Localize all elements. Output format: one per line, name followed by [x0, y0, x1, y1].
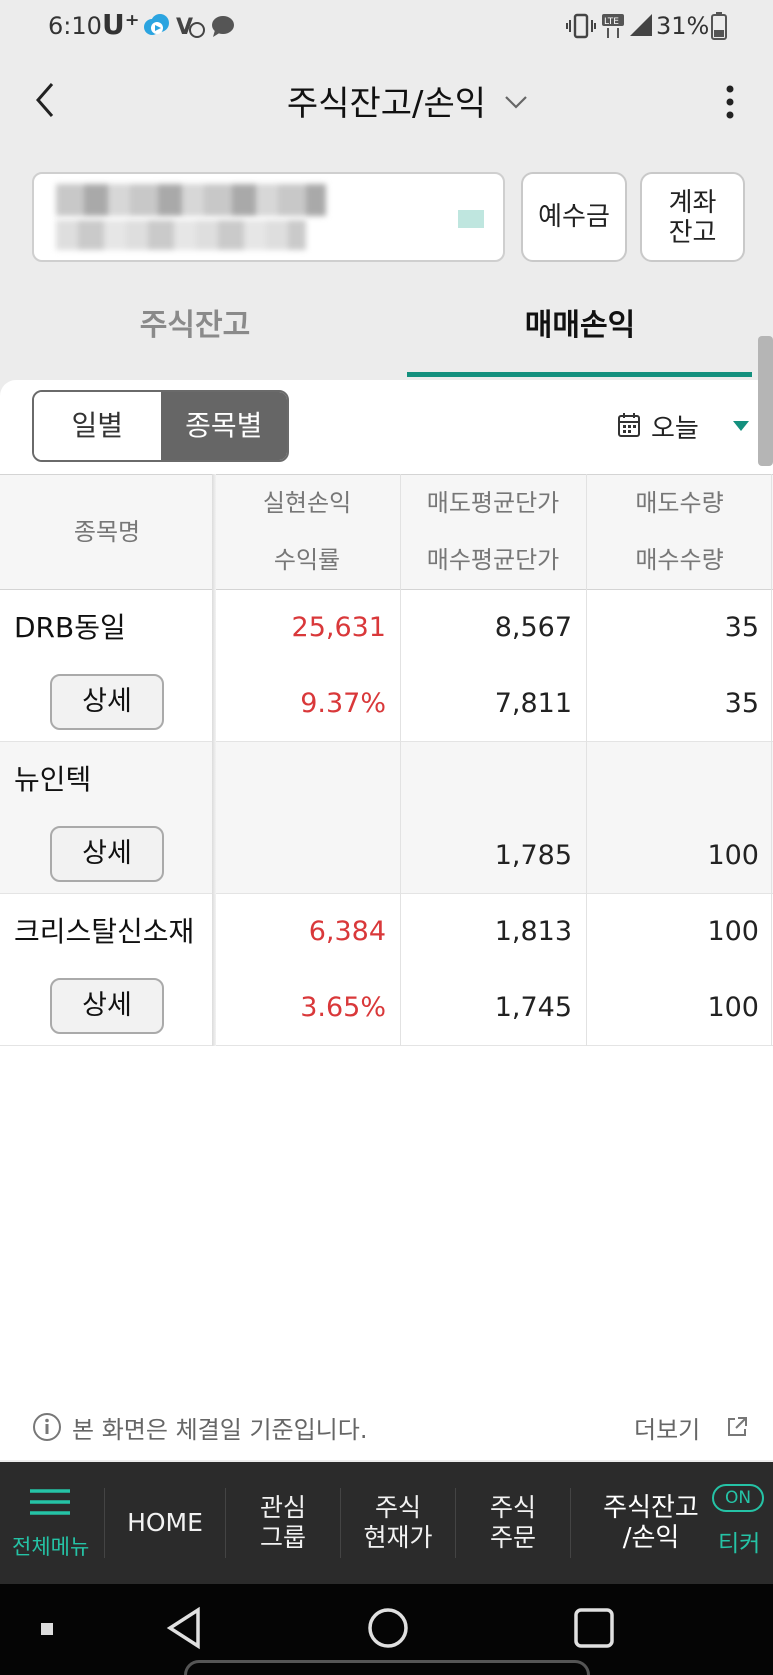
account-balance-label-2: 잔고 [668, 218, 717, 248]
avg-sell-price: 8,567 [494, 612, 572, 643]
table-row[interactable]: 뉴인텍 상세 1,785 100 [0, 742, 773, 894]
fixed-column-divider [212, 474, 216, 1046]
date-filter[interactable]: 오늘 [617, 404, 767, 448]
bottom-nav: 전체메뉴 HOME 관심 그룹 주식 현재가 주식 주문 주식잔고/손익 ON 티커 [0, 1462, 773, 1584]
buy-quantity: 100 [707, 992, 759, 1023]
avg-sell-price: 1,813 [494, 916, 572, 947]
calendar-icon [618, 413, 640, 437]
account-balance-button[interactable]: 계좌 잔고 [640, 172, 745, 262]
trade-pl-table: 종목명 실현손익 수익률 매도평균단가 매수평균단가 매도수량 매수수량 DRB동일 … [0, 474, 773, 1046]
battery-percent: 31% [656, 12, 710, 40]
table-row[interactable]: 크리스탈신소재 상세 6,384 3.65% 1,813 1,745 100 1… [0, 894, 773, 1046]
header-stock-name: 종목명 [73, 518, 141, 546]
header-quantity: 매도수량 매수수량 [635, 489, 724, 574]
masked-account-tag [458, 210, 484, 228]
dropdown-caret-icon [733, 421, 749, 431]
status-time: 6:10 [48, 12, 102, 40]
stock-name: DRB동일 [14, 611, 126, 644]
avg-buy-price: 7,811 [494, 688, 572, 719]
view-segment-control: 일별 종목별 [32, 390, 289, 462]
stock-name: 뉴인텍 [14, 763, 92, 796]
nav-home[interactable]: HOME [105, 1462, 225, 1584]
column-divider [400, 474, 401, 1046]
avg-buy-price: 1,785 [494, 840, 572, 871]
avg-buy-price: 1,745 [494, 992, 572, 1023]
segment-by-stock[interactable]: 종목별 [160, 392, 287, 460]
page-title[interactable]: 주식잔고/손익 [0, 76, 773, 125]
recent-dot-icon[interactable] [40, 1622, 54, 1636]
nav-current-price[interactable]: 주식 현재가 [341, 1462, 455, 1584]
more-vertical-icon[interactable] [714, 80, 746, 124]
account-balance-label-1: 계좌 [668, 188, 717, 218]
column-divider [771, 474, 772, 1046]
detail-button[interactable]: 상세 [50, 826, 164, 882]
lte-icon: LTE [602, 14, 624, 38]
sell-quantity: 35 [724, 612, 759, 643]
home-circle-icon[interactable] [366, 1606, 410, 1650]
more-link[interactable]: 더보기 [634, 1410, 700, 1445]
home-gesture-pill[interactable] [184, 1660, 590, 1675]
recents-square-icon[interactable] [572, 1606, 616, 1650]
nav-stock-balance-pl[interactable]: 주식잔고/손익 [592, 1462, 710, 1584]
stock-name: 크리스탈신소재 [14, 915, 195, 948]
notice-bar: 본 화면은 체결일 기준입니다. 더보기 [32, 1408, 762, 1448]
realized-pl: 25,631 [291, 612, 386, 643]
return-rate: 3.65% [300, 992, 386, 1023]
tab-stock-balance[interactable]: 주식잔고 [45, 300, 345, 344]
header-pl: 실현손익 수익률 [262, 489, 352, 574]
status-bar: 6:10 U⁺ V LTE 31% [0, 0, 773, 52]
chevron-down-icon[interactable] [503, 92, 529, 112]
masked-account-number [56, 184, 326, 216]
realized-pl [214, 742, 400, 818]
battery-icon [711, 12, 727, 40]
realized-pl: 6,384 [308, 916, 386, 947]
table-header: 종목명 실현손익 수익률 매도평균단가 매수평균단가 매도수량 매수수량 [0, 475, 773, 590]
header-avg-price: 매도평균단가 매수평균단가 [426, 489, 560, 574]
app-icon: V [176, 15, 205, 40]
carrier-logo: U⁺ [102, 8, 140, 41]
nav-full-menu-label: 전체메뉴 [12, 1535, 90, 1559]
buy-quantity: 100 [707, 840, 759, 871]
column-divider [586, 474, 587, 1046]
buy-quantity: 35 [724, 688, 759, 719]
vibrate-icon [566, 13, 596, 39]
avg-sell-price [400, 742, 586, 818]
external-link-icon[interactable] [726, 1416, 748, 1438]
svg-text:LTE: LTE [604, 17, 619, 27]
ticker-label[interactable]: 티커 [718, 1524, 760, 1558]
active-tab-indicator [407, 372, 752, 377]
nav-watch-group[interactable]: 관심 그룹 [226, 1462, 340, 1584]
date-filter-value: 오늘 [651, 414, 699, 444]
nav-full-menu[interactable]: 전체메뉴 [0, 1462, 104, 1584]
sell-quantity: 100 [707, 916, 759, 947]
detail-button[interactable]: 상세 [50, 674, 164, 730]
back-triangle-icon[interactable] [162, 1606, 206, 1650]
hamburger-menu-icon [30, 1489, 70, 1515]
masked-account-name [56, 220, 306, 250]
nav-stock-order[interactable]: 주식 주문 [456, 1462, 570, 1584]
nav-separator [570, 1488, 571, 1558]
return-rate [214, 818, 400, 894]
ticker-toggle[interactable]: ON [712, 1484, 764, 1512]
tab-trade-pl[interactable]: 매매손익 [430, 300, 730, 344]
notice-text: 본 화면은 체결일 기준입니다. [72, 1416, 368, 1444]
app-header: 주식잔고/손익 [0, 52, 773, 150]
deposit-button[interactable]: 예수금 [521, 172, 627, 262]
segment-daily[interactable]: 일별 [34, 392, 161, 460]
cloud-icon [144, 14, 169, 35]
return-rate: 9.37% [300, 688, 386, 719]
table-row[interactable]: DRB동일 상세 25,631 9.37% 8,567 7,811 35 35 [0, 590, 773, 742]
chat-icon [212, 16, 234, 37]
sell-quantity [586, 742, 773, 818]
signal-icon [630, 14, 652, 36]
detail-button[interactable]: 상세 [50, 978, 164, 1034]
info-icon [33, 1413, 61, 1441]
account-selector[interactable] [32, 172, 505, 262]
